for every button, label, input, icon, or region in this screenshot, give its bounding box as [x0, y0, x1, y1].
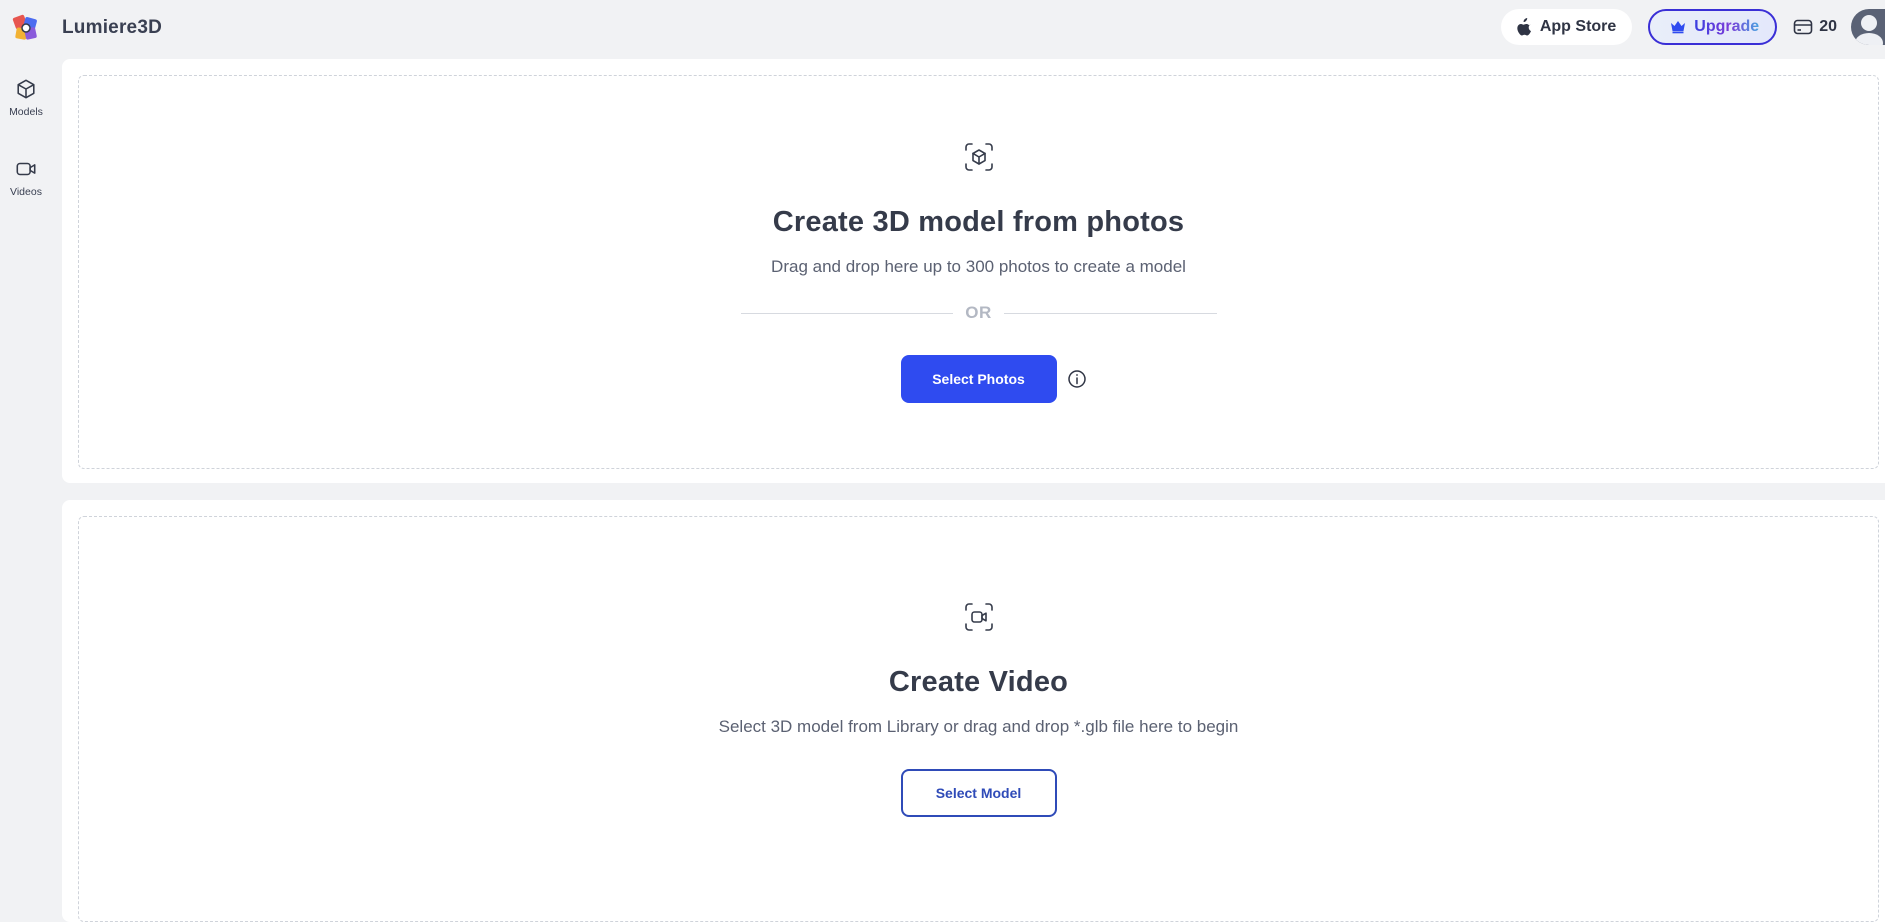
top-bar: Lumiere3D App Store Upgrade 20 [0, 0, 1885, 56]
app-name: Lumiere3D [62, 17, 163, 38]
credits-counter[interactable]: 20 [1793, 18, 1837, 36]
photos-dropzone[interactable]: Create 3D model from photos Drag and dro… [78, 75, 1879, 469]
scan-video-icon [964, 603, 993, 631]
divider-line [1003, 312, 1217, 314]
video-button-row: Select Model [900, 769, 1057, 817]
photos-button-row: Select Photos [900, 355, 1086, 403]
brand[interactable]: Lumiere3D [10, 12, 162, 44]
sidebar-item-models[interactable]: Models [0, 62, 52, 142]
user-avatar[interactable] [1851, 9, 1885, 45]
sidebar: Models Videos [0, 62, 52, 222]
video-create-card: Create Video Select 3D model from Librar… [62, 500, 1885, 922]
app-store-label: App Store [1539, 18, 1617, 35]
info-icon[interactable] [1067, 369, 1087, 389]
credits-card-icon [1793, 19, 1813, 35]
sidebar-item-label: Models [9, 106, 43, 118]
upgrade-label: Upgrade [1694, 18, 1760, 35]
sidebar-item-label: Videos [10, 186, 42, 198]
apple-icon [1517, 18, 1531, 36]
photos-upload-card: Create 3D model from photos Drag and dro… [62, 59, 1885, 483]
credits-count: 20 [1819, 18, 1837, 35]
scan-cube-icon [964, 143, 993, 171]
video-section-subtitle: Select 3D model from Library or drag and… [718, 717, 1239, 736]
video-section-title: Create Video [888, 666, 1069, 698]
cube-icon [17, 79, 35, 99]
model-dropzone[interactable]: Create Video Select 3D model from Librar… [78, 516, 1879, 922]
photos-dropzone-content: Create 3D model from photos Drag and dro… [79, 141, 1878, 403]
model-dropzone-content: Create Video Select 3D model from Librar… [79, 601, 1878, 817]
photos-section-subtitle: Drag and drop here up to 300 photos to c… [771, 257, 1186, 276]
or-divider: OR [740, 303, 1217, 323]
select-model-button[interactable]: Select Model [900, 769, 1057, 817]
crown-icon [1671, 21, 1686, 34]
header-actions: App Store Upgrade 20 [1500, 9, 1885, 45]
select-photos-button[interactable]: Select Photos [900, 355, 1057, 403]
photos-section-title: Create 3D model from photos [772, 206, 1185, 238]
app-store-button[interactable]: App Store [1500, 9, 1633, 45]
divider-line [740, 312, 954, 314]
or-divider-text: OR [965, 303, 992, 322]
upgrade-button[interactable]: Upgrade [1648, 9, 1778, 45]
video-camera-icon [16, 162, 36, 176]
lumiere-logo-icon [12, 14, 37, 40]
sidebar-item-videos[interactable]: Videos [0, 142, 52, 222]
